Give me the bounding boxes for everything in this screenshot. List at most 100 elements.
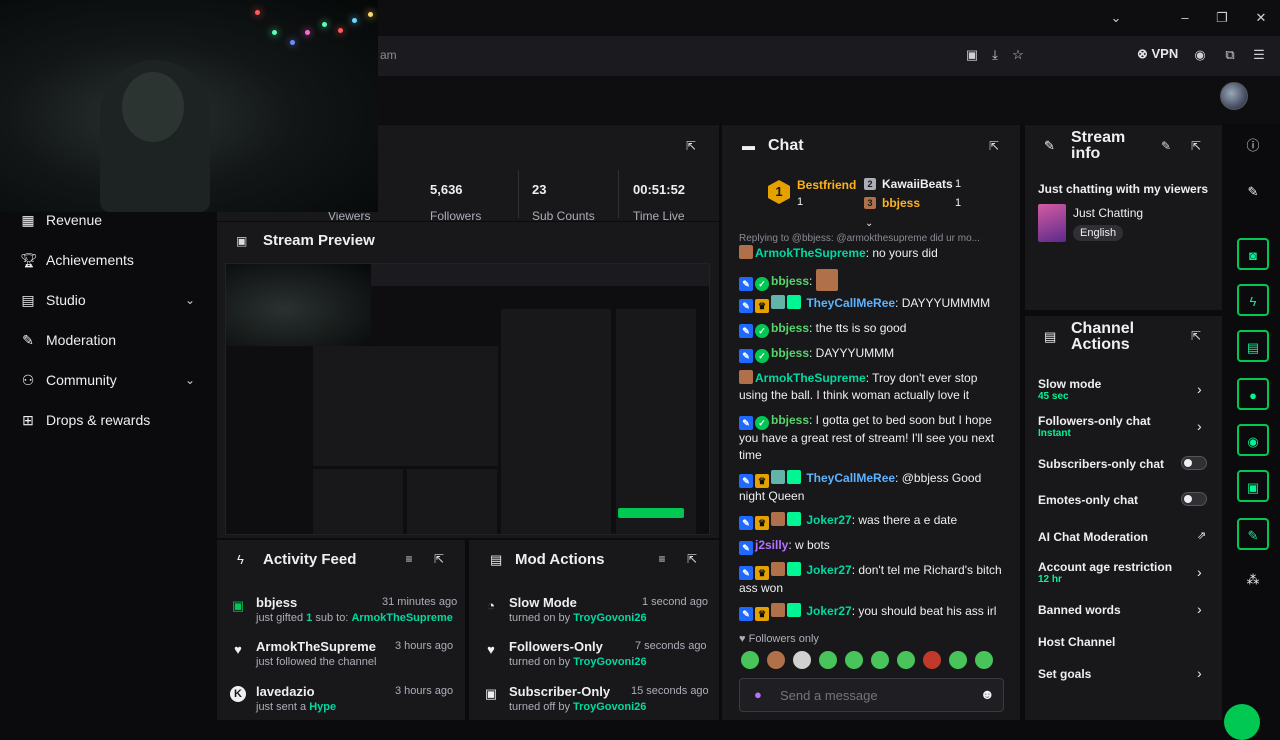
edit-icon[interactable]: ✎ — [1237, 176, 1269, 208]
emote-icon[interactable] — [819, 651, 837, 669]
nav-item-moderation[interactable]: ✎ Moderation — [20, 328, 200, 352]
preview-browser-bar — [371, 264, 709, 286]
vpn-button[interactable]: ⊗ VPN — [1137, 46, 1178, 62]
edit-icon[interactable]: ✎ — [1159, 139, 1173, 153]
chat-message: ✎ ✓ bbjess: I gotta get to bed soon but I … — [739, 413, 995, 462]
emote-icon[interactable] — [923, 651, 941, 669]
url-text[interactable]: am — [380, 48, 397, 62]
leader-count: 1 — [955, 178, 962, 190]
webcam-overlay — [0, 0, 378, 212]
divider — [518, 170, 519, 218]
emoji-icon[interactable]: ☻ — [980, 686, 995, 702]
emote-icon[interactable] — [949, 651, 967, 669]
divider — [618, 170, 619, 218]
language-tag[interactable]: English — [1073, 225, 1124, 241]
nav-item-studio[interactable]: ▤ Studio ⌄ — [20, 288, 200, 312]
chat-title: Chat — [768, 137, 804, 154]
filter-icon[interactable]: ≡ — [655, 552, 669, 566]
preview-webcam — [226, 264, 371, 346]
feed-user[interactable]: ArmokTheSupreme — [256, 639, 376, 654]
wrench-icon[interactable]: ✎ — [1237, 518, 1269, 550]
tab-list-icon[interactable]: ⌄ — [1106, 8, 1126, 28]
feed-text: just gifted 1 sub to: ArmokTheSupreme — [256, 612, 453, 624]
emote-icon[interactable] — [897, 651, 915, 669]
followers-label: Followers — [430, 209, 482, 223]
wrench-icon: ✎ — [22, 332, 34, 348]
trophy-icon: 🏆︎ — [20, 252, 38, 268]
nav-item-community[interactable]: ⚇ Community ⌄ — [20, 368, 200, 392]
popout-icon[interactable]: ⇱ — [987, 139, 1001, 153]
close-icon[interactable]: ✕ — [1251, 8, 1271, 28]
leader-name[interactable]: Bestfriend — [797, 178, 856, 192]
stream-preview-video[interactable] — [225, 263, 710, 535]
popout-icon[interactable]: ⇱ — [685, 552, 699, 566]
emote-icon[interactable] — [793, 651, 811, 669]
emote-bar[interactable] — [741, 651, 1011, 671]
preview-actions — [616, 309, 696, 534]
leader-name[interactable]: bbjess — [882, 196, 920, 210]
profile-icon[interactable]: ◉ — [1191, 46, 1209, 64]
followers-value: 5,636 — [430, 182, 463, 197]
activity-feed-title: Activity Feed — [263, 551, 357, 568]
chat-bubble-icon[interactable]: ● — [1237, 378, 1269, 410]
extensions-icon[interactable]: ⧉ — [1221, 46, 1239, 64]
emote-icon[interactable] — [767, 651, 785, 669]
category-name[interactable]: Just Chatting — [1073, 206, 1143, 220]
rank-2-badge: 2 — [864, 178, 876, 190]
download-icon[interactable]: ⤓ — [986, 46, 1004, 64]
action-label: Slow mode — [1038, 377, 1102, 391]
wrench-icon: ✎ — [1044, 138, 1055, 153]
time-live-label: Time Live — [633, 209, 685, 223]
popout-icon[interactable]: ⇱ — [1189, 139, 1203, 153]
nav-item-drops[interactable]: ⊞ Drops & rewards — [20, 408, 200, 432]
filter-icon[interactable]: ≡ — [402, 552, 416, 566]
chat-message: ✎ j2silly: w bots — [739, 537, 1009, 555]
feed-user[interactable]: bbjess — [256, 595, 297, 610]
stream-preview-title: Stream Preview — [263, 232, 375, 249]
nav-label: Drops & rewards — [46, 412, 151, 428]
kick-icon: K — [230, 686, 246, 702]
chat-message: ✎ ✓ bbjess: — [739, 269, 1009, 291]
emote-icon[interactable] — [741, 651, 759, 669]
broadcast-icon[interactable]: ◉ — [1237, 424, 1269, 456]
help-button[interactable] — [1224, 704, 1260, 740]
camera-icon[interactable]: ◙ — [1237, 238, 1269, 270]
nav-item-achievements[interactable]: 🏆︎ Achievements — [20, 248, 200, 272]
microphone-icon[interactable]: ● — [754, 687, 762, 702]
star-icon[interactable]: ☆ — [1009, 46, 1027, 64]
popout-icon[interactable]: ⇱ — [432, 552, 446, 566]
feed-time: 31 minutes ago — [382, 596, 458, 608]
chat-icon: ▬ — [742, 138, 755, 153]
action-label: Account age restriction — [1038, 560, 1173, 574]
action-value: Instant — [1038, 428, 1071, 439]
notes-icon[interactable]: ▤ — [1237, 330, 1269, 362]
heart-icon: ♥ — [234, 642, 242, 657]
category-thumbnail[interactable] — [1038, 204, 1066, 242]
leader-name[interactable]: KawaiiBeats — [882, 177, 953, 191]
extensions-icon[interactable]: ⁂ — [1237, 564, 1269, 596]
minimize-icon[interactable]: – — [1175, 8, 1195, 28]
chat-input[interactable] — [780, 685, 970, 705]
reply-banner: Replying to @bbjess: @armokthesupreme di… — [739, 233, 980, 244]
menu-icon[interactable]: ☰ — [1250, 46, 1268, 64]
vpn-label: VPN — [1151, 46, 1179, 61]
action-label: Set goals — [1038, 667, 1092, 681]
nav-label: Revenue — [46, 212, 103, 228]
maximize-icon[interactable]: ❐ — [1212, 8, 1232, 28]
avatar[interactable] — [1220, 82, 1248, 110]
channel-actions-title: Channel Actions — [1071, 320, 1135, 353]
emote-icon[interactable] — [845, 651, 863, 669]
info-icon[interactable]: ⓘ — [1237, 130, 1269, 162]
popout-icon[interactable]: ⇱ — [684, 139, 698, 153]
emote-icon[interactable] — [871, 651, 889, 669]
subscribers-only-toggle[interactable] — [1181, 456, 1207, 470]
collapse-icon[interactable]: ⌄ — [865, 218, 873, 229]
bolt-icon[interactable]: ϟ — [1237, 284, 1269, 316]
popout-icon[interactable]: ⇱ — [1189, 329, 1203, 343]
layout-icon[interactable]: ▣ — [1237, 470, 1269, 502]
chat-input-box[interactable]: ● ☻ — [739, 678, 1004, 712]
emote-icon[interactable] — [975, 651, 993, 669]
feed-user[interactable]: lavedazio — [256, 684, 315, 699]
emotes-only-toggle[interactable] — [1181, 492, 1207, 506]
image-icon[interactable]: ▣ — [963, 46, 981, 64]
